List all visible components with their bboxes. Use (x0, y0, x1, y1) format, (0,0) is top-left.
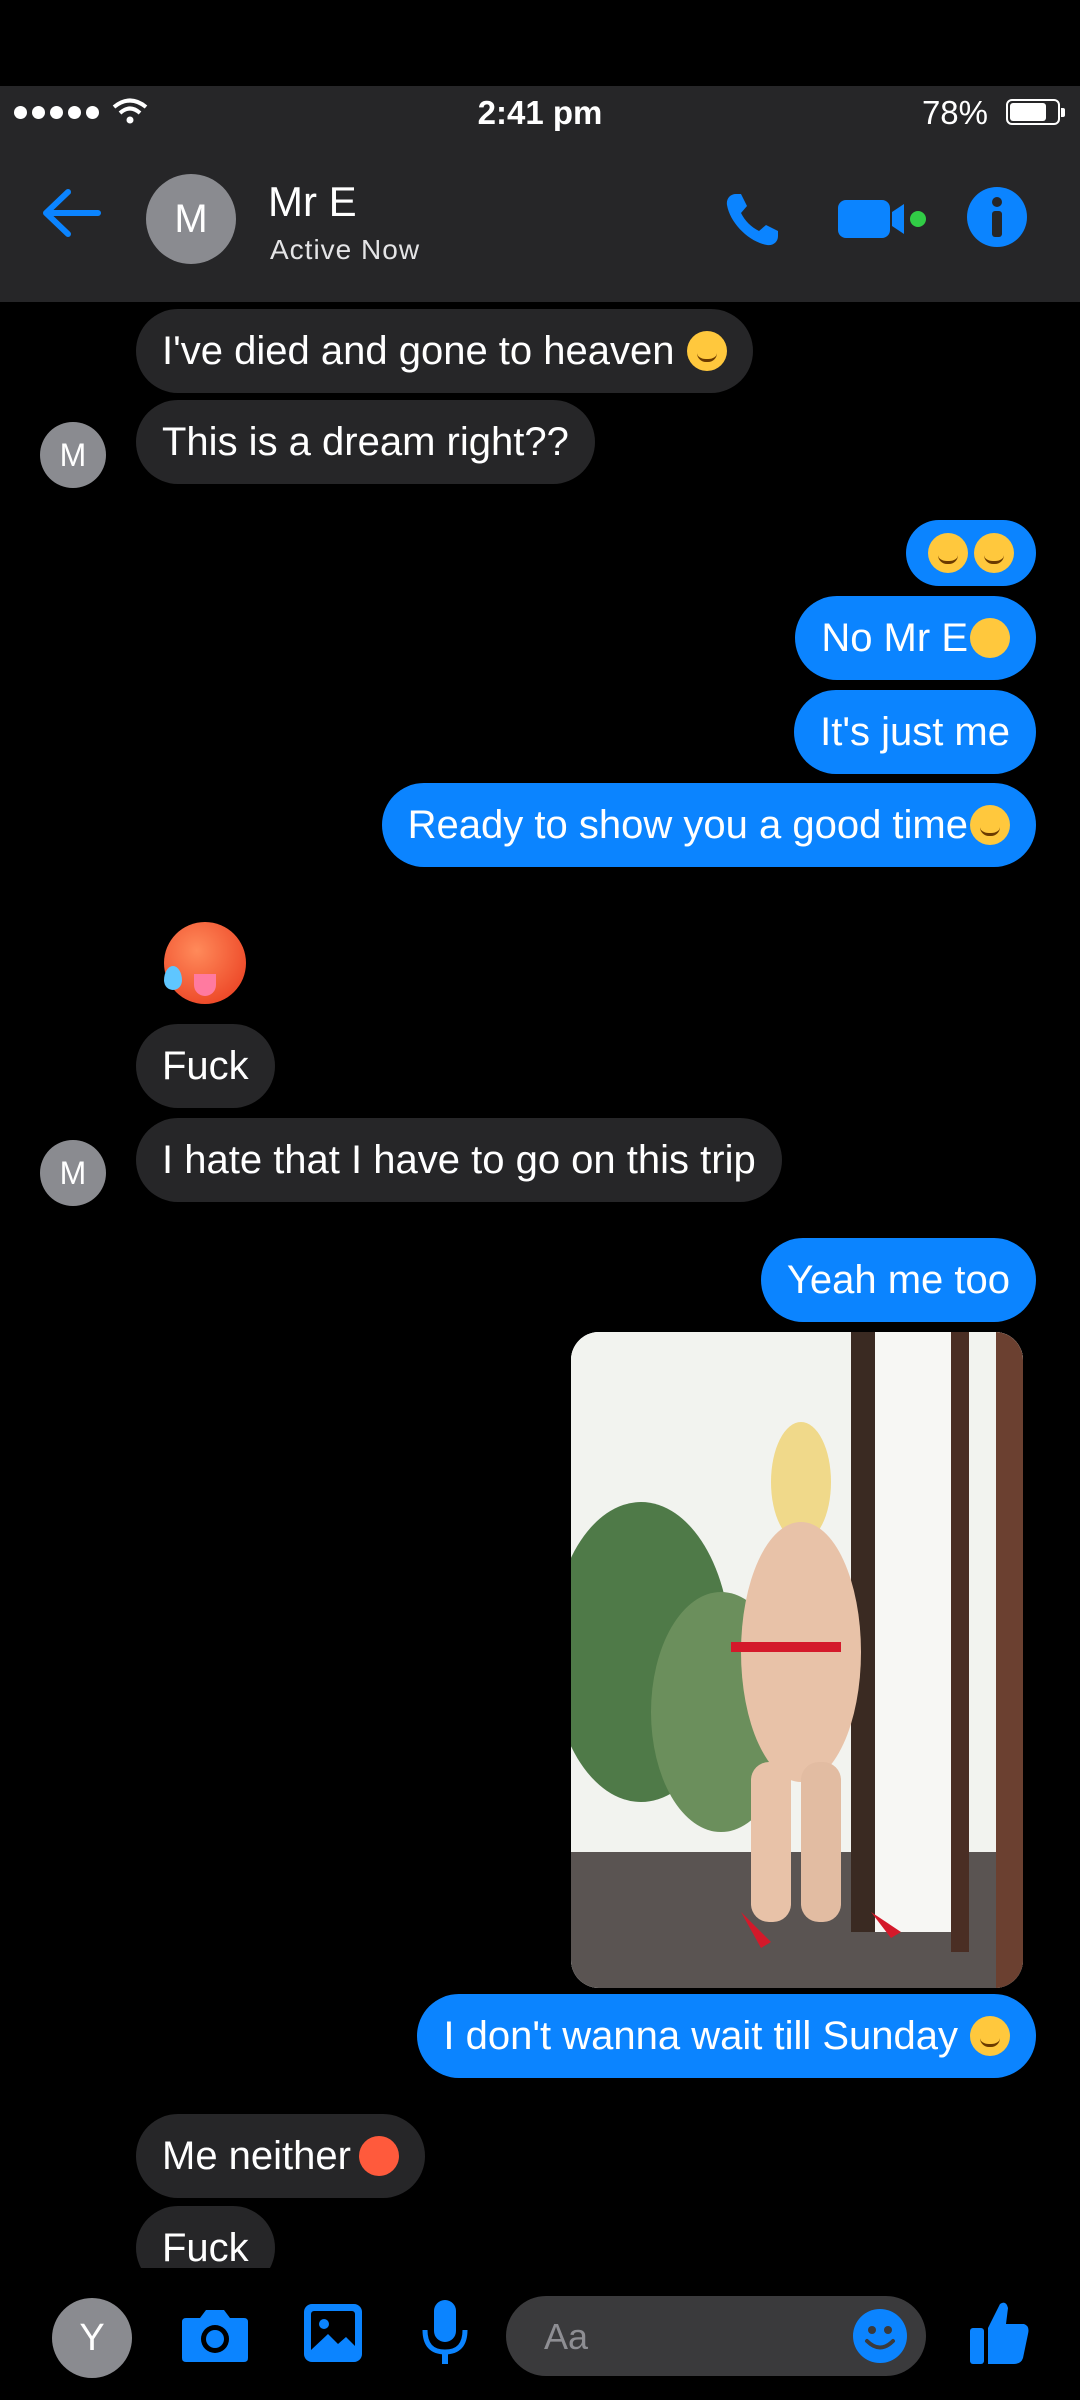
message-text: I hate that I have to go on this trip (162, 1137, 756, 1182)
rofl-icon (928, 533, 968, 573)
hot-face-icon[interactable] (164, 922, 246, 1004)
message-text: I don't wanna wait till Sunday (443, 2013, 958, 2058)
conversation-header: M Mr E Active Now (0, 142, 1080, 302)
battery-percent: 78% (921, 94, 988, 131)
message-text: It's just me (820, 709, 1010, 754)
kissing-face-icon (970, 618, 1010, 658)
message-text: Fuck (162, 2225, 249, 2269)
message-incoming[interactable]: I've died and gone to heaven (136, 309, 753, 393)
battery-fill (1010, 103, 1046, 121)
message-text: Fuck (162, 1043, 249, 1088)
message-input[interactable] (542, 2296, 846, 2378)
photo-attachment[interactable] (571, 1332, 1023, 1988)
contact-status: Active Now (270, 234, 421, 265)
emoji-picker-icon[interactable] (852, 2308, 908, 2364)
message-text: This is a dream right?? (162, 419, 569, 464)
hot-face-icon (358, 2136, 399, 2176)
message-outgoing[interactable]: I don't wanna wait till Sunday (417, 1994, 1036, 2078)
composer-bar: Y (0, 2268, 1080, 2400)
battery-icon (1006, 99, 1065, 125)
sender-avatar[interactable]: M (40, 1140, 106, 1206)
top-band (0, 0, 1080, 86)
info-icon[interactable] (966, 186, 1028, 248)
contact-name[interactable]: Mr E (268, 178, 357, 226)
message-text: Me neither (162, 2133, 351, 2178)
user-avatar[interactable]: Y (52, 2298, 132, 2378)
drooling-face-icon (686, 331, 727, 371)
phone-call-icon[interactable] (722, 190, 782, 250)
back-arrow-icon[interactable] (40, 186, 102, 240)
message-list[interactable]: I've died and gone to heaven M This is a… (0, 302, 1080, 2268)
message-text: Yeah me too (786, 1257, 1010, 1302)
gallery-icon[interactable] (302, 2302, 364, 2364)
message-text: Ready to show you a good time (407, 802, 968, 847)
rofl-icon (974, 533, 1014, 573)
video-call-icon[interactable] (836, 196, 928, 242)
status-time: 2:41 pm (477, 94, 603, 131)
message-text: No Mr E (821, 615, 968, 660)
message-outgoing[interactable] (906, 520, 1036, 586)
message-outgoing[interactable]: Ready to show you a good time (381, 783, 1036, 867)
relieved-face-icon (970, 805, 1010, 845)
message-outgoing[interactable]: Yeah me too (760, 1238, 1036, 1322)
camera-icon[interactable] (180, 2306, 250, 2364)
thumbs-up-icon[interactable] (968, 2298, 1032, 2368)
relieved-face-icon (970, 2016, 1010, 2056)
message-incoming[interactable]: Fuck (136, 2206, 275, 2268)
message-text: I've died and gone to heaven (162, 328, 675, 373)
message-incoming[interactable]: This is a dream right?? (136, 400, 595, 484)
message-outgoing[interactable]: No Mr E (795, 596, 1036, 680)
sender-avatar[interactable]: M (40, 422, 106, 488)
contact-avatar[interactable]: M (146, 174, 236, 264)
message-incoming[interactable]: I hate that I have to go on this trip (136, 1118, 782, 1202)
microphone-icon[interactable] (420, 2298, 470, 2368)
message-incoming[interactable]: Me neither (136, 2114, 425, 2198)
photo-image (571, 1332, 1023, 1988)
message-incoming[interactable]: Fuck (136, 1024, 275, 1108)
message-input-container[interactable] (506, 2296, 926, 2378)
message-outgoing[interactable]: It's just me (794, 690, 1036, 774)
